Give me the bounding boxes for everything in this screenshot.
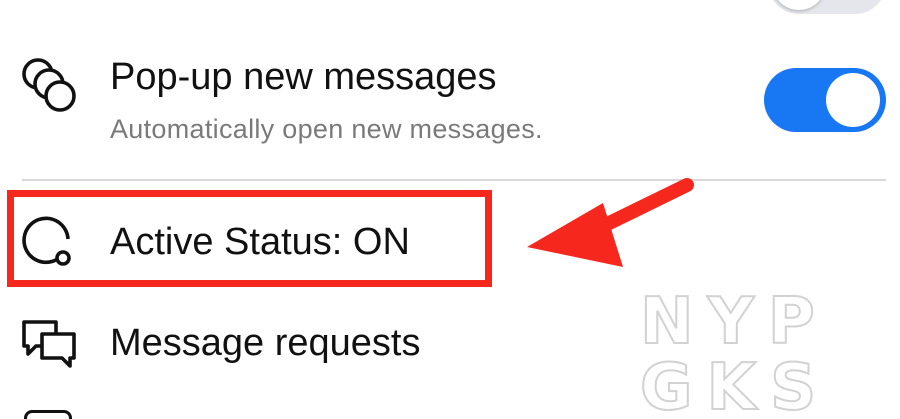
speech-bubbles-icon — [20, 316, 78, 375]
watermark-line1: NYP — [640, 285, 829, 359]
popup-messages-title: Pop-up new messages — [110, 56, 497, 98]
divider — [22, 179, 886, 181]
watermark-line2: GKS — [640, 351, 830, 415]
toggle-knob — [772, 0, 826, 10]
annotation-arrow-icon — [527, 178, 694, 267]
partial-next-icon — [24, 410, 72, 419]
popup-messages-row[interactable]: Pop-up new messages Automatically open n… — [0, 40, 900, 180]
toggle-knob — [826, 73, 880, 127]
popup-messages-subtitle: Automatically open new messages. — [110, 114, 543, 144]
popup-messages-toggle[interactable] — [764, 68, 886, 132]
highlight-box — [7, 190, 492, 287]
message-requests-title: Message requests — [110, 322, 421, 364]
watermark-logo: NYP GKS — [640, 285, 830, 415]
overlapping-circles-icon — [18, 54, 78, 119]
partial-toggle-off[interactable] — [768, 0, 886, 14]
